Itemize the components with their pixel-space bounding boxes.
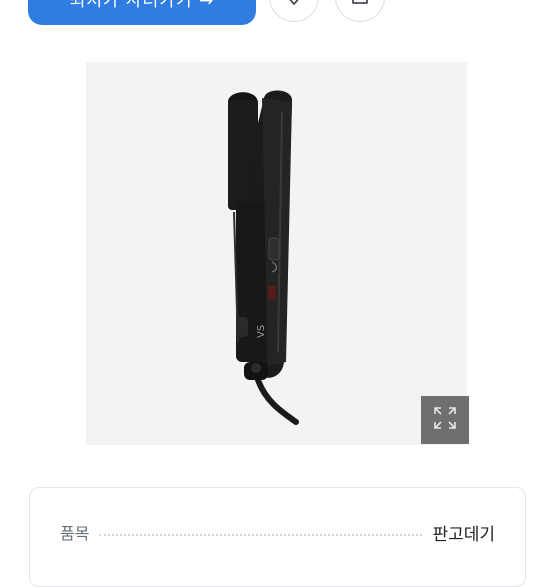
detail-row-category: 품목 판고데기 (60, 518, 495, 546)
hair-straightener-image: VS (228, 90, 299, 425)
share-icon (349, 0, 371, 11)
buy-lowest-price-button[interactable]: 최저가 사러가기 → (28, 0, 256, 25)
wishlist-button[interactable] (269, 0, 319, 22)
detail-label: 품목 (60, 524, 90, 543)
product-details-card: 품목 판고데기 (29, 487, 526, 587)
share-button[interactable] (335, 0, 385, 22)
dotted-leader (99, 534, 423, 536)
expand-icon (433, 406, 457, 434)
heart-icon (283, 0, 305, 11)
expand-image-button[interactable] (421, 396, 469, 444)
product-image-container[interactable]: VS (86, 62, 467, 445)
detail-value: 판고데기 (432, 524, 495, 545)
svg-text:VS: VS (256, 325, 267, 338)
buy-button-label: 최저가 사러가기 → (69, 0, 215, 11)
